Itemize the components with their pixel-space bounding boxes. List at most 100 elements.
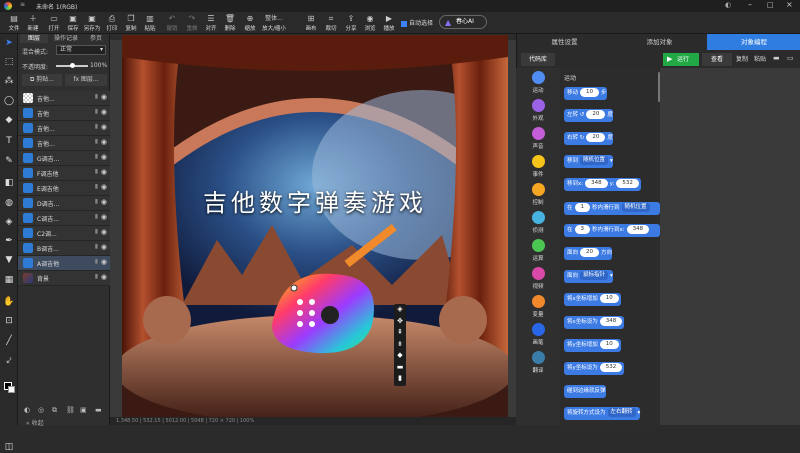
auto-select-toggle[interactable]: 自动选择 (401, 18, 433, 27)
lasso-tool-icon[interactable]: ◯ (3, 95, 15, 107)
eraser-tool-icon[interactable]: ◧ (3, 177, 15, 189)
shape-tool-icon[interactable]: ◈ (3, 216, 15, 228)
view-button[interactable]: 查看 (702, 53, 732, 66)
minimize-icon[interactable]: – (748, 0, 752, 9)
game-canvas[interactable]: 吉他数字弹奏游戏 ◈ ✥ ⇞ ⇟ ◆ ▬ ▮ (122, 35, 508, 419)
paste-button[interactable]: ▥ 粘贴 (138, 14, 162, 34)
category-motion[interactable]: 运动 (516, 71, 560, 99)
stamp-tool-icon[interactable]: ◍ (3, 197, 15, 209)
block-set-y[interactable]: 将y坐标设为 532 (564, 362, 625, 375)
fill-tool-icon[interactable]: ◆ (3, 114, 15, 126)
block-move[interactable]: 移动 10 步 (564, 87, 607, 100)
clip-button[interactable]: ⧉ 剪贴... (22, 74, 62, 86)
text-tool-icon[interactable]: T (3, 135, 15, 147)
layer-row[interactable]: 吉他... ▮ ◉ (18, 121, 110, 136)
trash-icon[interactable]: ▬ (773, 54, 780, 62)
layers-stack-icon[interactable]: ◆ (394, 350, 406, 362)
play-button[interactable]: ▶ 播放 (377, 14, 401, 34)
lock-icon[interactable]: ▮ (95, 228, 98, 235)
fx-layer-icon[interactable]: ◎ (38, 406, 44, 414)
eye-icon[interactable]: ◉ (101, 228, 107, 236)
layer-up-icon[interactable]: ◈ (394, 304, 406, 316)
layer-row[interactable]: C2调... ▮ ◉ (18, 226, 110, 241)
eye-icon[interactable]: ◉ (101, 93, 107, 101)
block-rotation-style[interactable]: 将旋转方式设为 左右翻转 ▾ (564, 407, 641, 420)
send-back-icon[interactable]: ⇟ (394, 339, 406, 351)
fx-button[interactable]: fx 图层... (65, 74, 107, 86)
block-goto-xy[interactable]: 移到x: 348 y: 532 (564, 178, 641, 191)
zoom-select[interactable]: 整体... 放大/缩小 (256, 14, 292, 34)
opacity-handle[interactable] (70, 63, 75, 68)
layer-row[interactable]: C调吉... ▮ ◉ (18, 211, 110, 226)
gradient-tool-icon[interactable]: ▦ (3, 274, 15, 286)
block-point-towards[interactable]: 面向 鼠标指针 ▾ (564, 270, 613, 283)
eye-icon[interactable]: ◉ (101, 168, 107, 176)
block-point-direction[interactable]: 面向 20 方向 (564, 247, 613, 260)
tab-pages[interactable]: 参页 (84, 34, 108, 43)
layer-row[interactable]: 吉他... ▮ ◉ (18, 136, 110, 151)
group-icon[interactable]: ⧉ (52, 406, 57, 415)
lock-icon[interactable]: ▮ (95, 153, 98, 160)
lock-icon[interactable]: ▮ (394, 373, 406, 385)
menu-icon[interactable]: ≡ (20, 1, 25, 8)
link-icon[interactable]: ⛓ (66, 406, 75, 414)
lock-icon[interactable]: ▮ (95, 198, 98, 205)
canvas-title-text[interactable]: 吉他数字弹奏游戏 (122, 183, 508, 218)
layer-row[interactable]: 吉他... ▮ ◉ (18, 91, 110, 106)
block-turn-left[interactable]: 左转 ↺ 20 度 (564, 109, 613, 122)
lock-icon[interactable]: ▮ (95, 123, 98, 130)
new-layer-icon[interactable]: ▣ (80, 406, 87, 414)
block-goto[interactable]: 移到 随机位置 ▾ (564, 155, 613, 168)
hand-tool-icon[interactable]: ✋ (3, 296, 15, 308)
eye-icon[interactable]: ◉ (101, 273, 107, 281)
layer-row[interactable]: D调吉... ▮ ◉ (18, 196, 110, 211)
eye-icon[interactable]: ◉ (101, 258, 107, 266)
trash-icon[interactable]: ▬ (394, 362, 406, 374)
collapse-button[interactable]: « 收起 (26, 418, 44, 427)
eye-icon[interactable]: ◉ (101, 153, 107, 161)
lock-icon[interactable]: ▮ (95, 138, 98, 145)
layer-row[interactable]: G调吉... ▮ ◉ (18, 151, 110, 166)
category-video[interactable]: 视频 (516, 267, 560, 295)
block-turn-right[interactable]: 右转 ↻ 20 度 (564, 132, 613, 145)
tab-add-object[interactable]: 添加对象 (612, 34, 707, 50)
lock-icon[interactable]: ▮ (95, 243, 98, 250)
mask-icon[interactable]: ◐ (24, 406, 30, 414)
bring-front-icon[interactable]: ⇞ (394, 327, 406, 339)
eye-icon[interactable]: ◉ (101, 183, 107, 191)
tab-code-library[interactable]: 代码库 (521, 53, 555, 66)
select-tool-icon[interactable]: ➤ (3, 37, 15, 49)
tab-history[interactable]: 操作记录 (49, 34, 83, 43)
layer-row[interactable]: 背景 ▮ ◉ (18, 271, 110, 286)
eye-icon[interactable]: ◉ (101, 213, 107, 221)
category-pen[interactable]: 画笔 (516, 323, 560, 351)
marquee-tool-icon[interactable]: ⬚ (3, 56, 15, 68)
pen-tool-icon[interactable]: ✒ (3, 235, 15, 247)
skin-icon[interactable]: ◐ (725, 1, 731, 9)
category-sound[interactable]: 声音 (516, 127, 560, 155)
run-button[interactable]: ▶ 运行 (663, 53, 699, 66)
category-translate[interactable]: 翻译 (516, 351, 560, 379)
block-set-x[interactable]: 将x坐标设为 348 (564, 316, 625, 329)
line-tool-icon[interactable]: ╱ (3, 335, 15, 347)
expand-icon[interactable]: ▭ (787, 54, 794, 62)
layer-row[interactable]: B调吉... ▮ ◉ (18, 241, 110, 256)
block-bounce[interactable]: 碰到边缘就反弹 (564, 385, 606, 398)
category-variables[interactable]: 变量 (516, 295, 560, 323)
eyedropper-tool-icon[interactable]: ⤦ (3, 355, 15, 367)
tab-properties[interactable]: 属性设置 (517, 34, 612, 50)
block-change-x[interactable]: 将x坐标增加 10 (564, 293, 621, 306)
eye-icon[interactable]: ◉ (101, 198, 107, 206)
background-color[interactable] (8, 386, 15, 393)
layer-row[interactable]: F调吉他 ▮ ◉ (18, 166, 110, 181)
lock-icon[interactable]: ▮ (95, 258, 98, 265)
lock-icon[interactable]: ▮ (95, 183, 98, 190)
bucket-tool-icon[interactable]: ▼ (3, 254, 15, 266)
trash-icon[interactable]: ▬ (95, 406, 102, 414)
magic-wand-icon[interactable]: ⁂ (3, 75, 15, 87)
lock-icon[interactable]: ▮ (95, 93, 98, 100)
tab-layers[interactable]: 图层 (20, 34, 48, 43)
category-control[interactable]: 控制 (516, 183, 560, 211)
ai-button[interactable]: ▲ 春心AI (439, 15, 487, 29)
layer-row[interactable]: 吉他 ▮ ◉ (18, 106, 110, 121)
